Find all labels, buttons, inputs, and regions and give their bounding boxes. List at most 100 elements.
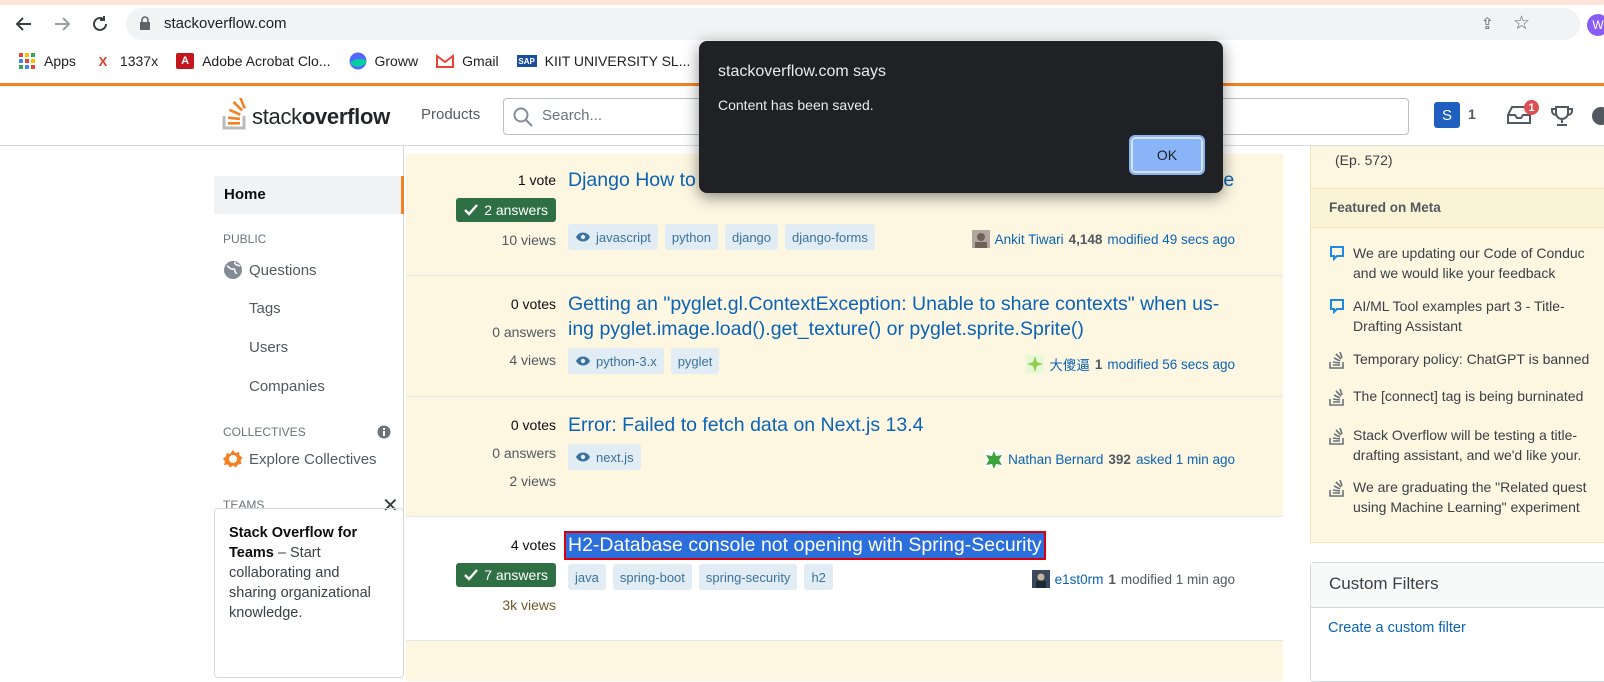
user-reputation: 1 (1468, 106, 1476, 122)
speech-bubble-icon (1330, 246, 1344, 261)
speech-bubble-icon (1330, 299, 1344, 314)
bookmark-label: Apps (44, 53, 76, 69)
activity-time[interactable]: modified 49 secs ago (1107, 232, 1235, 247)
nav-home[interactable]: Home (214, 176, 404, 214)
bookmark-label: Groww (374, 53, 419, 69)
avatar[interactable] (1026, 355, 1045, 373)
tag-nextjs[interactable]: next.js (568, 444, 641, 470)
bookmark-label: 1337x (119, 53, 159, 69)
tag-django-forms[interactable]: django-forms (785, 224, 875, 250)
avatar[interactable] (985, 450, 1004, 468)
tag-pyglet[interactable]: pyglet (670, 348, 720, 374)
question-summary: 0 votes 0 answers 4 views Getting an "py… (406, 276, 1283, 397)
avatar[interactable] (1031, 570, 1050, 588)
tag-spring-boot[interactable]: spring-boot (612, 564, 692, 590)
help-icon[interactable] (1592, 107, 1604, 125)
reload-icon[interactable] (88, 12, 112, 36)
create-filter-link[interactable]: Create a custom filter (1328, 620, 1466, 636)
question-title[interactable]: Error: Failed to fetch data on Next.js 1… (568, 413, 1248, 438)
owner-reputation: 1 (1094, 356, 1103, 372)
nav-companies[interactable]: Companies (249, 378, 325, 395)
avatar[interactable] (971, 230, 990, 248)
tag-spring-security[interactable]: spring-security (698, 564, 798, 590)
bookmark-label: Adobe Acrobat Clo... (202, 53, 331, 69)
owner-name[interactable]: e1st0rm (1055, 572, 1104, 587)
meta-item[interactable]: We are graduating the "Related quest usin… (1329, 477, 1604, 517)
activity-time[interactable]: modified 56 secs ago (1107, 357, 1235, 372)
featured-meta-heading: Featured on Meta (1311, 188, 1604, 228)
public-section-label: PUBLIC (223, 232, 267, 246)
dialog-title: stackoverflow.com says (718, 63, 887, 80)
meta-widget: (Ep. 572) Featured on Meta We are updati… (1310, 146, 1604, 543)
question-summary: 0 votes 0 answers 2 views Error: Failed … (406, 397, 1283, 517)
meta-item[interactable]: The [connect] tag is being burninated (1329, 386, 1604, 406)
inbox-badge: 1 (1524, 100, 1539, 115)
tag-django[interactable]: django (724, 224, 779, 250)
bookmark-apps[interactable]: Apps (18, 53, 76, 69)
owner-reputation: 1 (1108, 571, 1116, 587)
bookmark-groww[interactable]: Groww (349, 52, 419, 70)
watched-eye-icon (576, 452, 590, 462)
owner-info: Ankit Tiwari 4,148 modified 49 secs ago (971, 230, 1235, 248)
meta-item[interactable]: AI/ML Tool examples part 3 - Title- Draft… (1329, 296, 1604, 336)
meta-item[interactable]: We are updating our Code of Conduc and we… (1329, 243, 1604, 283)
products-menu[interactable]: Products (421, 106, 480, 123)
back-arrow-icon[interactable] (12, 12, 36, 36)
activity-time[interactable]: modified 1 min ago (1121, 572, 1235, 587)
bookmark-kiit[interactable]: SAP KIIT UNIVERSITY SL... (516, 53, 690, 69)
blog-episode[interactable]: (Ep. 572) (1335, 152, 1393, 168)
view-count: 3k views (502, 597, 556, 613)
nav-users[interactable]: Users (249, 339, 288, 356)
bookmark-1337x[interactable]: X 1337x (94, 53, 159, 69)
user-avatar[interactable]: S (1434, 102, 1460, 128)
forward-arrow-icon[interactable] (50, 12, 74, 36)
owner-info: e1st0rm 1 modified 1 min ago (1031, 570, 1235, 588)
vote-count: 0 votes (510, 296, 556, 312)
address-bar[interactable]: stackoverflow.com ⇪ ☆ (126, 8, 1580, 40)
bookmark-label: Gmail (462, 53, 499, 69)
owner-name[interactable]: Nathan Bernard (1008, 452, 1103, 467)
bookmark-star-icon[interactable]: ☆ (1513, 12, 1530, 35)
bookmark-adobe[interactable]: A Adobe Acrobat Clo... (176, 53, 331, 69)
stackoverflow-icon (1329, 479, 1344, 497)
tag-python[interactable]: python (664, 224, 718, 250)
logo-wordmark: stackoverflow (252, 104, 390, 129)
tag-javascript[interactable]: javascript (568, 224, 658, 250)
right-sidebar: (Ep. 572) Featured on Meta We are updati… (1310, 146, 1604, 682)
bookmark-gmail[interactable]: Gmail (436, 53, 499, 69)
tag-h2[interactable]: h2 (804, 564, 833, 590)
nav-questions[interactable]: Questions (249, 262, 317, 279)
activity-time[interactable]: asked 1 min ago (1136, 452, 1235, 467)
question-title[interactable]: H2-Database console not opening with Spr… (564, 531, 1046, 560)
tag-python-3x[interactable]: python-3.x (568, 348, 664, 374)
1337x-icon: X (98, 53, 108, 69)
meta-item[interactable]: Temporary policy: ChatGPT is banned (1329, 349, 1604, 369)
nav-explore-collectives[interactable]: Explore Collectives (249, 451, 377, 468)
view-count: 4 views (509, 352, 556, 368)
tag-list: next.js (568, 444, 648, 470)
stackoverflow-icon (1329, 351, 1344, 369)
owner-name[interactable]: Ankit Tiwari (995, 232, 1064, 247)
adobe-acrobat-icon: A (176, 53, 195, 69)
tag-java[interactable]: java (568, 564, 606, 590)
nav-tags[interactable]: Tags (249, 300, 281, 317)
globe-icon (224, 261, 242, 279)
answer-count: 0 answers (492, 324, 556, 340)
trophy-icon[interactable] (1551, 105, 1573, 127)
share-icon[interactable]: ⇪ (1481, 14, 1494, 34)
question-list: 1 vote 2 answers 10 views Django How to … (406, 154, 1283, 681)
bookmarks-bar: Apps X 1337x A Adobe Acrobat Clo... Grow… (0, 48, 708, 74)
stackoverflow-logo[interactable]: stackoverflow (222, 98, 390, 130)
profile-avatar[interactable]: W (1587, 14, 1604, 36)
search-placeholder: Search... (542, 107, 603, 124)
question-title[interactable]: Getting an "pyglet.gl.ContextException: … (568, 292, 1228, 342)
tag-list: java spring-boot spring-security h2 (568, 564, 840, 590)
meta-item[interactable]: Stack Overflow will be testing a title-d… (1329, 425, 1604, 465)
vote-count: 4 votes (510, 537, 556, 553)
search-icon (513, 107, 533, 127)
ok-button[interactable]: OK (1129, 135, 1205, 175)
info-icon[interactable] (377, 425, 391, 439)
stackoverflow-icon (1329, 427, 1344, 445)
custom-filters-heading: Custom Filters (1311, 563, 1604, 608)
owner-name[interactable]: 大傻逼 (1049, 354, 1090, 374)
